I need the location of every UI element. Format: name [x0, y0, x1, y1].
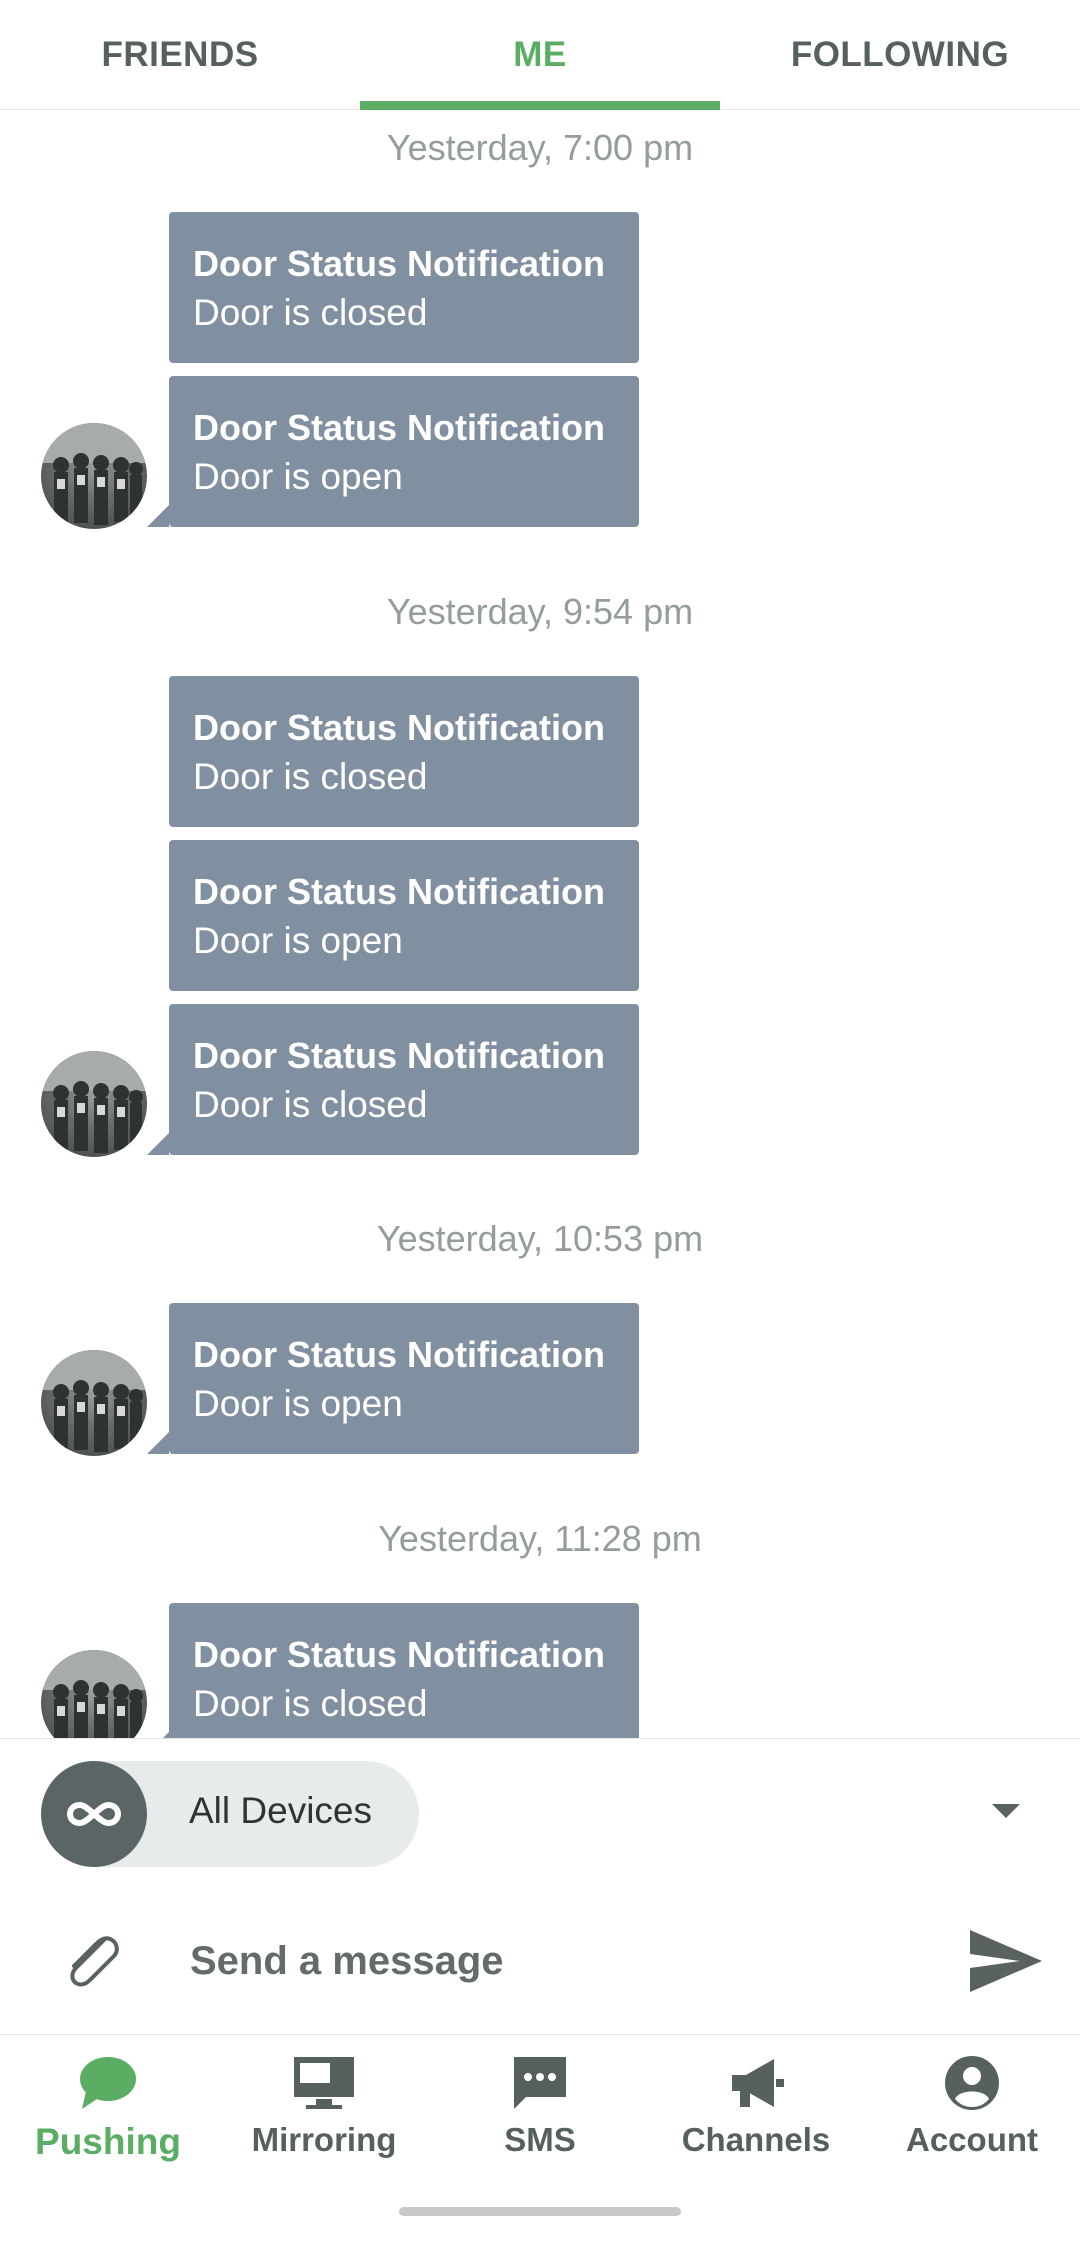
- notification-body: Door is closed: [193, 292, 428, 333]
- notification-bubble[interactable]: Door Status Notification Door is open: [169, 840, 639, 991]
- nav-label: SMS: [504, 2121, 576, 2158]
- notification-body: Door is open: [193, 456, 403, 497]
- send-icon[interactable]: [966, 1926, 1046, 1996]
- notification-bubble[interactable]: Door Status Notification Door is closed: [147, 1004, 639, 1155]
- notification-body: Door is closed: [193, 1084, 428, 1125]
- avatar-photo-icon: [41, 1051, 147, 1153]
- notification-body: Door is closed: [193, 1683, 428, 1724]
- nav-channels[interactable]: Channels: [648, 2055, 864, 2185]
- message-list[interactable]: Yesterday, 7:00 pm Door Status Notificat…: [0, 110, 1080, 1738]
- infinity-icon: [41, 1761, 147, 1867]
- device-selector[interactable]: All Devices: [41, 1761, 419, 1867]
- notification-body: Door is open: [193, 1383, 403, 1424]
- notification-title: Door Status Notification: [193, 1334, 605, 1375]
- monitor-icon: [294, 2057, 354, 2109]
- nav-label: Account: [906, 2121, 1038, 2158]
- device-selector-row: All Devices: [0, 1738, 1080, 1888]
- nav-label: Channels: [681, 2121, 831, 2158]
- nav-label: Pushing: [35, 2121, 181, 2162]
- notification-bubble[interactable]: Door Status Notification Door is open: [147, 376, 639, 527]
- device-selector-label: All Devices: [189, 1790, 372, 1831]
- timestamp: Yesterday, 9:54 pm: [386, 591, 694, 632]
- paperclip-icon[interactable]: [58, 1926, 128, 1996]
- notification-title: Door Status Notification: [193, 871, 605, 912]
- avatar-photo-icon: [41, 423, 147, 525]
- notification-title: Door Status Notification: [193, 707, 605, 748]
- nav-sms[interactable]: SMS: [432, 2055, 648, 2185]
- notification-bubble[interactable]: Door Status Notification Door is closed: [147, 1603, 639, 1738]
- timestamp: Yesterday, 11:28 pm: [378, 1518, 702, 1559]
- nav-pushing[interactable]: Pushing: [0, 2055, 216, 2185]
- avatar-photo-icon: [41, 1650, 147, 1738]
- notification-bubble[interactable]: Door Status Notification Door is closed: [169, 676, 639, 827]
- timestamp: Yesterday, 10:53 pm: [376, 1218, 704, 1259]
- compose-bar: [0, 1888, 1080, 2035]
- megaphone-icon: [732, 2059, 784, 2107]
- message-input[interactable]: [190, 1926, 930, 1996]
- avatar[interactable]: [41, 423, 147, 529]
- timestamp: Yesterday, 7:00 pm: [386, 127, 694, 168]
- tab-me[interactable]: ME: [360, 0, 720, 110]
- chat-bubble-icon: [80, 2057, 136, 2109]
- account-icon: [945, 2056, 999, 2110]
- avatar[interactable]: [41, 1350, 147, 1456]
- notification-body: Door is open: [193, 920, 403, 961]
- top-tab-bar: FRIENDS ME FOLLOWING: [0, 0, 1080, 110]
- notification-body: Door is closed: [193, 756, 428, 797]
- home-indicator: [399, 2207, 681, 2216]
- notification-title: Door Status Notification: [193, 407, 605, 448]
- nav-account[interactable]: Account: [864, 2055, 1080, 2185]
- avatar-photo-icon: [41, 1350, 147, 1452]
- tab-friends[interactable]: FRIENDS: [0, 0, 360, 110]
- notification-title: Door Status Notification: [193, 243, 605, 284]
- nav-label: Mirroring: [251, 2121, 397, 2158]
- notification-title: Door Status Notification: [193, 1035, 605, 1076]
- avatar[interactable]: [41, 1650, 147, 1738]
- nav-mirroring[interactable]: Mirroring: [216, 2055, 432, 2185]
- notification-bubble[interactable]: Door Status Notification Door is closed: [169, 212, 639, 363]
- notification-title: Door Status Notification: [193, 1634, 605, 1675]
- avatar[interactable]: [41, 1051, 147, 1157]
- sms-icon: [514, 2057, 566, 2109]
- tab-following[interactable]: FOLLOWING: [720, 0, 1080, 110]
- chevron-down-icon[interactable]: [992, 1804, 1020, 1818]
- notification-bubble[interactable]: Door Status Notification Door is open: [147, 1303, 639, 1454]
